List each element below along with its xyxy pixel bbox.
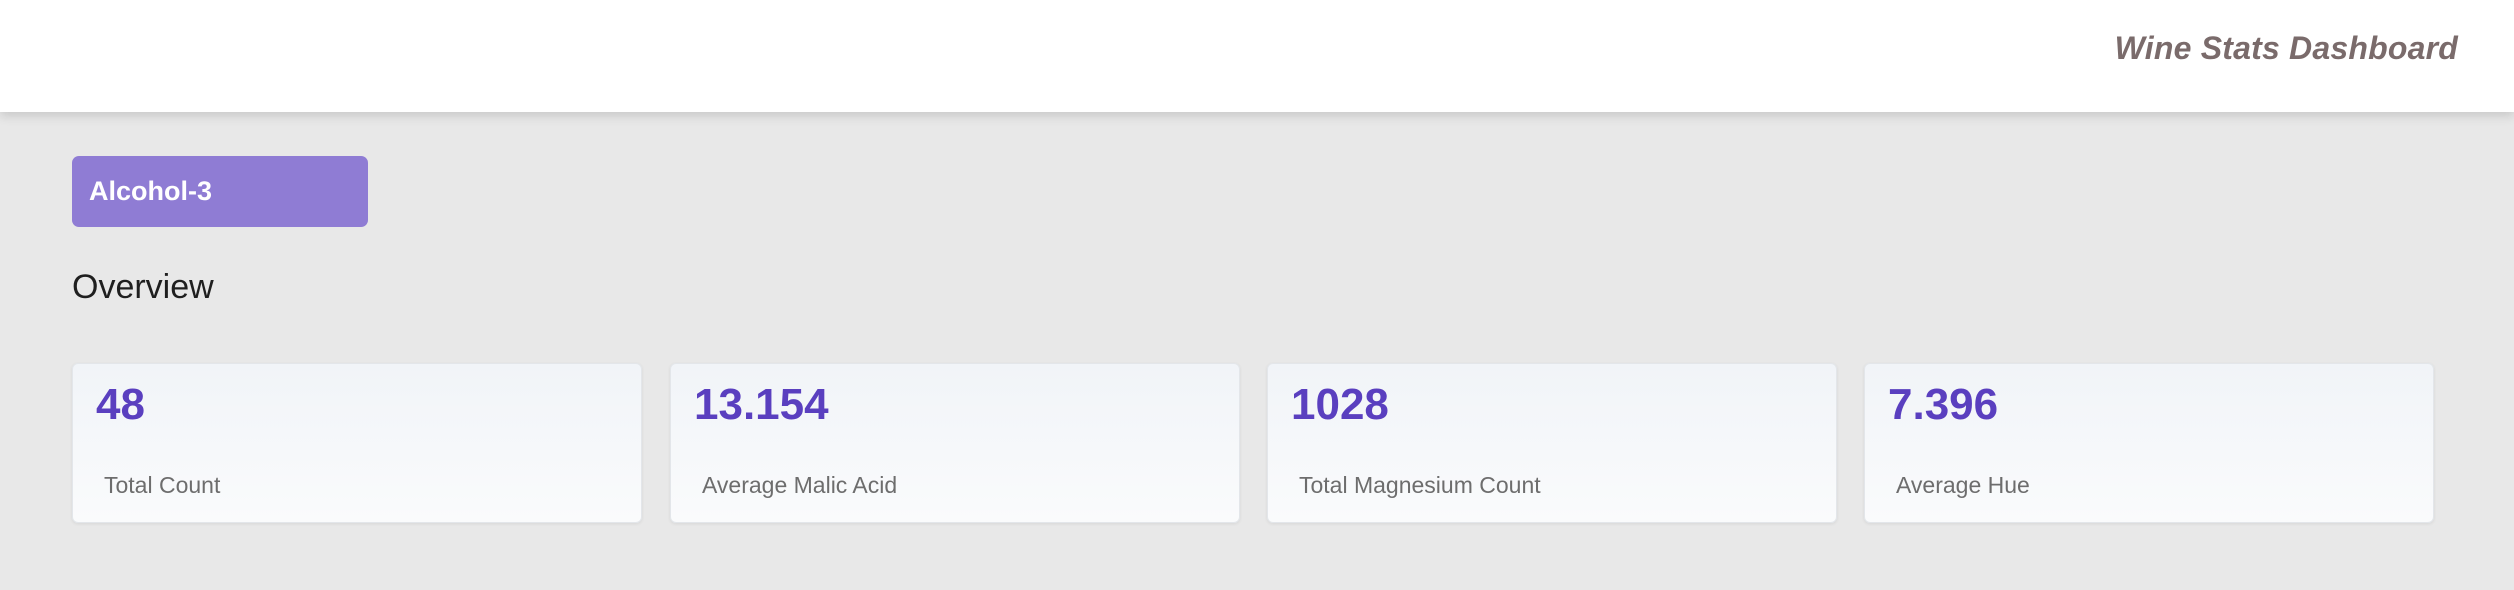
card-label: Total Magnesium Count bbox=[1299, 472, 1541, 498]
card-value: 1028 bbox=[1291, 380, 1389, 429]
card-value: 13.154 bbox=[694, 380, 829, 429]
card-label: Average Hue bbox=[1896, 472, 2030, 498]
total-count-card: 48 Total Count bbox=[72, 363, 642, 523]
card-label: Total Count bbox=[104, 472, 221, 498]
overview-heading: Overview bbox=[72, 268, 214, 306]
alcohol-filter-button[interactable]: Alcohol-3 bbox=[72, 156, 368, 227]
card-value: 7.396 bbox=[1888, 380, 1999, 429]
average-hue-card: 7.396 Average Hue bbox=[1864, 363, 2434, 523]
app-title: Wine Stats Dashboard bbox=[2114, 30, 2458, 66]
card-label: Average Malic Acid bbox=[702, 472, 898, 498]
card-value: 48 bbox=[96, 380, 145, 429]
total-magnesium-count-card: 1028 Total Magnesium Count bbox=[1267, 363, 1837, 523]
top-bar: Wine Stats Dashboard bbox=[0, 0, 2514, 112]
average-malic-acid-card: 13.154 Average Malic Acid bbox=[670, 363, 1240, 523]
